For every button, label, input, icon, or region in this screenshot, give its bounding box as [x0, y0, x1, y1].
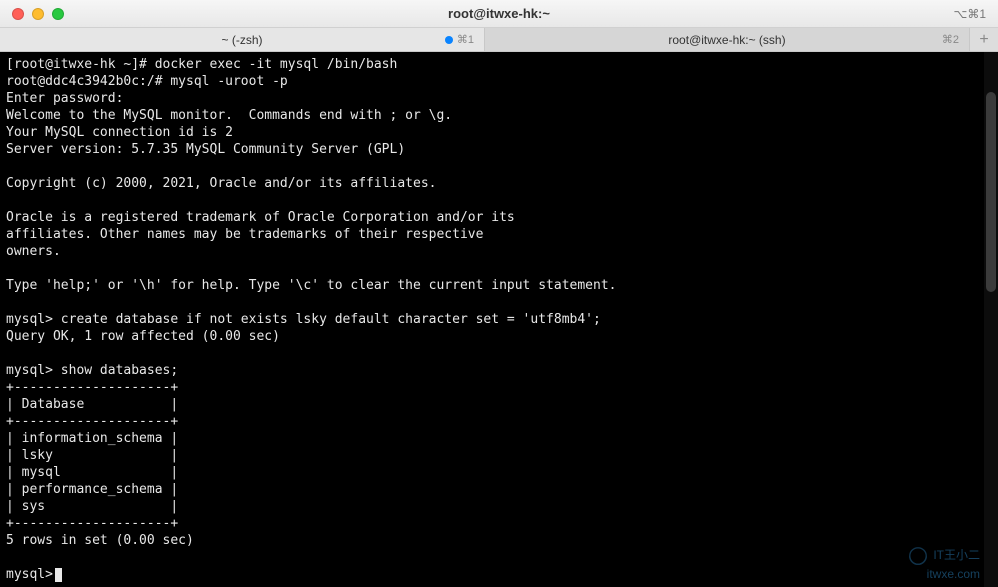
terminal-text: [root@itwxe-hk ~]# docker exec -it mysql… — [6, 57, 616, 582]
window-title: root@itwxe-hk:~ — [448, 6, 550, 21]
window-shortcut: ⌥⌘1 — [953, 7, 986, 21]
tab-label: ~ (-zsh) — [221, 33, 262, 47]
terminal-output[interactable]: [root@itwxe-hk ~]# docker exec -it mysql… — [0, 52, 998, 587]
close-button[interactable] — [12, 8, 24, 20]
tab-zsh[interactable]: ~ (-zsh) ⌘1 — [0, 28, 485, 51]
tab-shortcut: ⌘2 — [942, 33, 959, 46]
window-titlebar: root@itwxe-hk:~ ⌥⌘1 — [0, 0, 998, 28]
tab-ssh[interactable]: root@itwxe-hk:~ (ssh) ⌘2 — [485, 28, 970, 51]
activity-dot-icon — [445, 36, 453, 44]
tab-label: root@itwxe-hk:~ (ssh) — [668, 33, 785, 47]
tab-shortcut: ⌘1 — [445, 33, 474, 46]
cursor-icon — [55, 568, 62, 582]
tab-bar: ~ (-zsh) ⌘1 root@itwxe-hk:~ (ssh) ⌘2 + — [0, 28, 998, 52]
add-tab-button[interactable]: + — [970, 28, 998, 51]
maximize-button[interactable] — [52, 8, 64, 20]
scrollbar[interactable] — [984, 52, 998, 587]
minimize-button[interactable] — [32, 8, 44, 20]
traffic-lights — [0, 8, 64, 20]
scroll-thumb[interactable] — [986, 92, 996, 292]
